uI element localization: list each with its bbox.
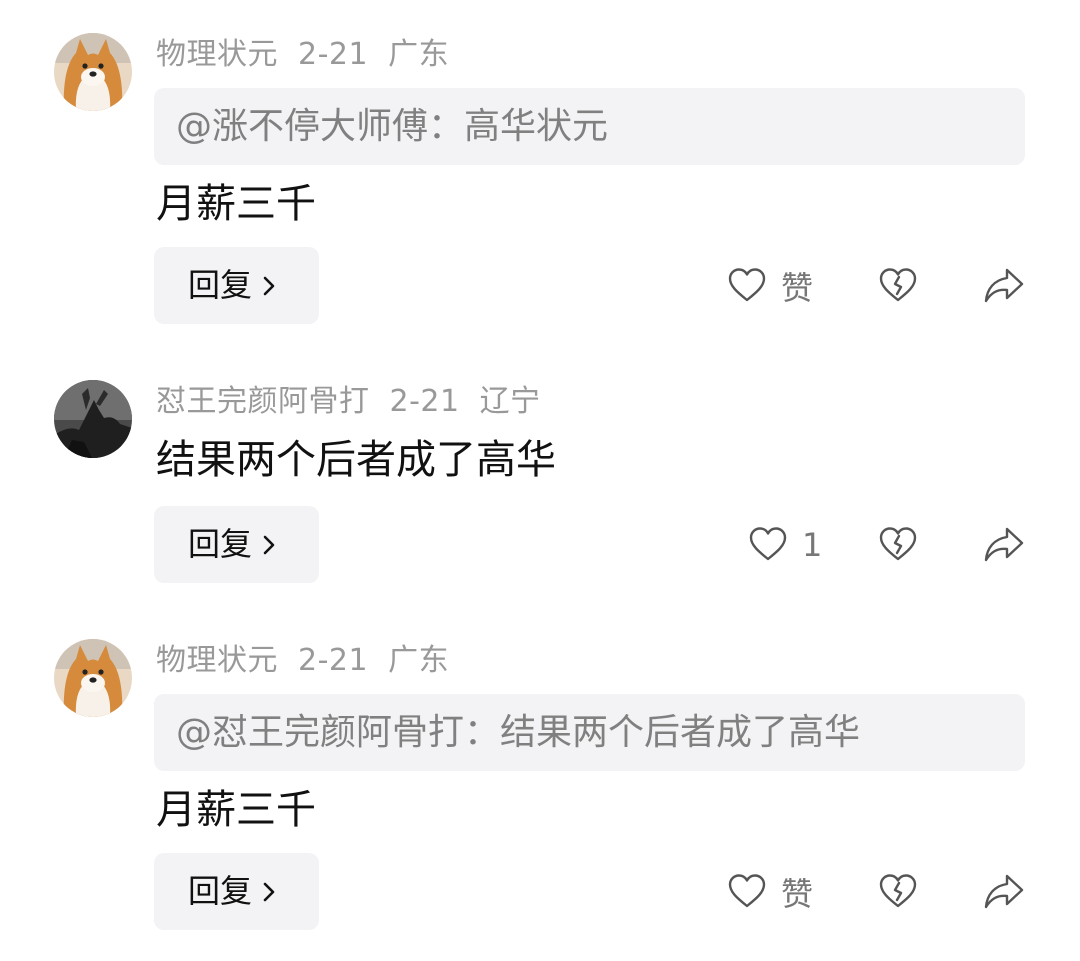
like-button[interactable]: 赞 [727,853,813,930]
share-arrow-icon[interactable] [983,525,1025,565]
shiba-dog-avatar-image [54,639,132,717]
avatar[interactable] [54,33,132,111]
comment-text: 月薪三千 [156,181,316,227]
username[interactable]: 物理状元 [156,37,278,72]
heart-icon [728,873,766,907]
share-arrow-icon[interactable] [983,872,1025,912]
comment-date: 2-21 [298,643,369,678]
broken-heart-icon[interactable] [878,525,918,565]
comment-actions: 赞 [0,853,1080,930]
share-arrow-icon[interactable] [983,266,1025,306]
avatar[interactable] [54,639,132,717]
avatar[interactable] [54,380,132,458]
heart-icon [728,267,766,301]
comment-date: 2-21 [298,37,369,72]
comment-text: 月薪三千 [156,787,316,833]
like-button[interactable]: 赞 [727,247,813,324]
username[interactable]: 怼王完颜阿骨打 [156,384,370,419]
quoted-reply[interactable]: @涨不停大师傅：高华状元 [154,88,1025,165]
like-count: 1 [802,525,823,564]
like-button[interactable]: 1 [748,506,822,583]
broken-heart-icon[interactable] [878,872,918,912]
comment-meta: 物理状元 2-21 广东 [156,35,469,75]
like-label: 赞 [781,268,814,307]
comment-actions: 1 [0,506,1080,583]
quoted-reply[interactable]: @怼王完颜阿骨打：结果两个后者成了高华 [154,694,1025,771]
shiba-dog-avatar-image [54,33,132,111]
heart-icon [749,526,787,560]
comment-actions: 赞 [0,247,1080,324]
comment-location: 广东 [388,643,450,678]
comment-date: 2-21 [389,384,460,419]
comment-text: 结果两个后者成了高华 [156,437,556,483]
comment-location: 广东 [388,37,450,72]
broken-heart-icon[interactable] [878,266,918,306]
comment-meta: 物理状元 2-21 广东 [156,641,469,681]
comment-meta: 怼王完颜阿骨打 2-21 辽宁 [156,382,561,422]
like-label: 赞 [781,874,814,913]
username[interactable]: 物理状元 [156,643,278,678]
dark-statue-avatar-image [54,380,132,458]
comment-location: 辽宁 [479,384,541,419]
